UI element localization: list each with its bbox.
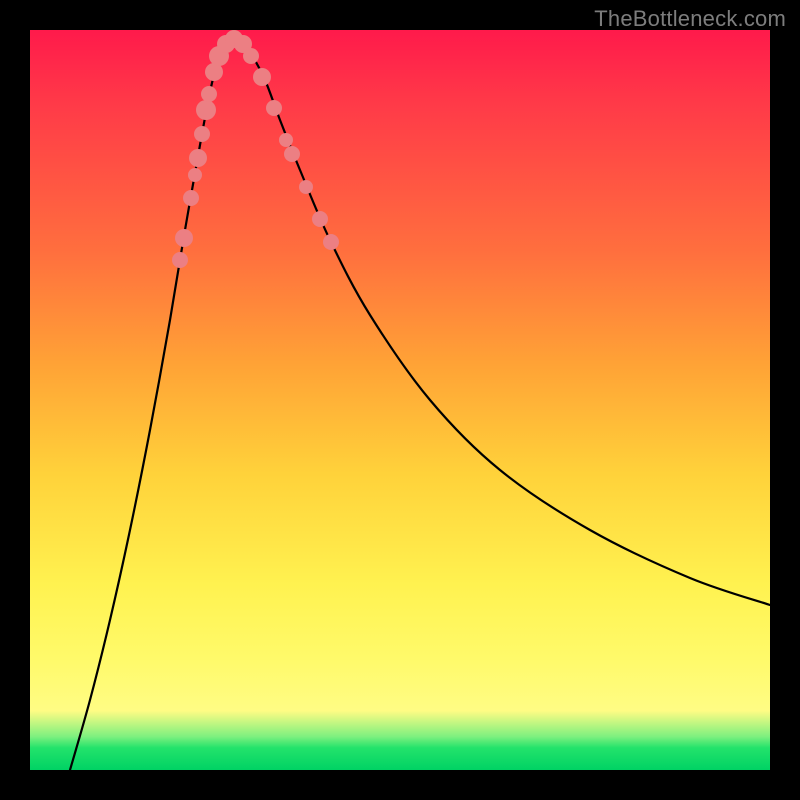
data-point bbox=[175, 229, 193, 247]
data-point bbox=[243, 48, 259, 64]
curve-layer bbox=[30, 30, 770, 770]
data-point bbox=[279, 133, 293, 147]
data-point bbox=[323, 234, 339, 250]
data-point bbox=[183, 190, 199, 206]
data-point bbox=[299, 180, 313, 194]
data-point bbox=[188, 168, 202, 182]
data-point bbox=[201, 86, 217, 102]
data-point bbox=[312, 211, 328, 227]
data-markers bbox=[172, 30, 339, 268]
chart-frame: TheBottleneck.com bbox=[0, 0, 800, 800]
data-point bbox=[266, 100, 282, 116]
watermark-text: TheBottleneck.com bbox=[594, 6, 786, 32]
data-point bbox=[253, 68, 271, 86]
data-point bbox=[284, 146, 300, 162]
data-point bbox=[194, 126, 210, 142]
data-point bbox=[189, 149, 207, 167]
plot-area bbox=[30, 30, 770, 770]
data-point bbox=[172, 252, 188, 268]
bottleneck-curve bbox=[70, 38, 770, 770]
data-point bbox=[196, 100, 216, 120]
